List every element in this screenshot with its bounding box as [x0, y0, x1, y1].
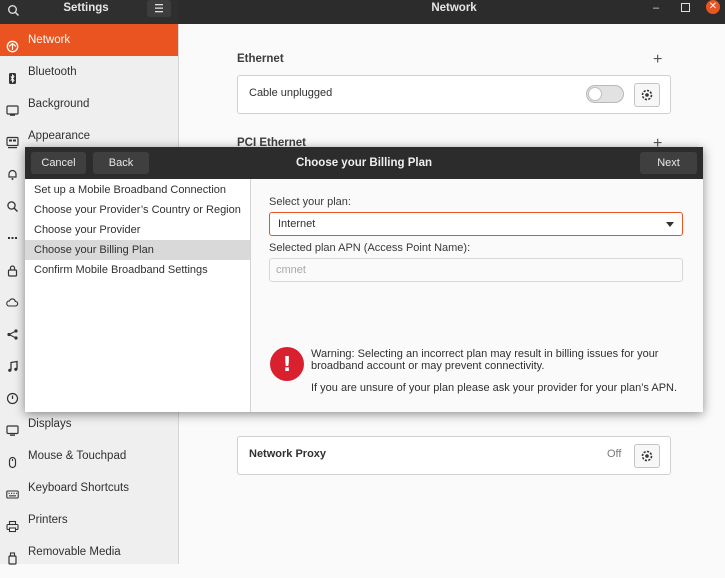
sidebar-item-network[interactable]: Network: [0, 24, 178, 56]
ethernet-frame: Cable unplugged: [237, 75, 671, 114]
sidebar-item-label: Bluetooth: [28, 66, 77, 78]
apn-label: Selected plan APN (Access Point Name):: [269, 242, 471, 254]
step-item: Set up a Mobile Broadband Connection: [34, 184, 227, 196]
apn-input[interactable]: [276, 262, 671, 278]
maximize-button[interactable]: [681, 3, 690, 12]
sidebar-item-label: Removable Media: [28, 546, 121, 558]
ethernet-status: Cable unplugged: [249, 87, 333, 99]
sidebar-item-removable-media[interactable]: Removable Media: [0, 536, 178, 568]
cancel-button[interactable]: Cancel: [31, 152, 86, 174]
step-item: Choose your Provider’s Country or Region: [34, 204, 241, 216]
music-note-icon: [6, 354, 19, 372]
network-proxy-status: Off: [607, 448, 622, 460]
select-plan-label: Select your plan:: [269, 196, 351, 208]
power-icon: [6, 386, 19, 405]
proxy-settings-button[interactable]: [634, 444, 660, 468]
printer-icon: [6, 514, 19, 533]
plan-dropdown[interactable]: Internet: [269, 212, 683, 236]
warning-line-1: Warning: Selecting an incorrect plan may…: [311, 348, 659, 360]
sidebar-item-label: Network: [28, 34, 71, 46]
gear-icon: [641, 89, 653, 101]
billing-plan-content: Select your plan: Internet Selected plan…: [251, 179, 703, 412]
sidebar-item-printers[interactable]: Printers: [0, 504, 178, 536]
mouse-icon: [6, 450, 19, 469]
bluetooth-icon: [6, 66, 19, 84]
dialog-header: Choose your Billing Plan Cancel Back Nex…: [25, 147, 703, 179]
network-proxy-frame[interactable]: Network Proxy Off: [237, 436, 671, 475]
billing-plan-dialog: Choose your Billing Plan Cancel Back Nex…: [25, 147, 703, 412]
lock-icon: [6, 258, 19, 277]
sidebar-item-label: Displays: [28, 418, 72, 430]
panel-title: Network: [431, 2, 477, 14]
sidebar-item-bluetooth[interactable]: Bluetooth: [0, 56, 178, 88]
sidebar-item-mouse-touchpad[interactable]: Mouse & Touchpad: [0, 440, 178, 472]
ethernet-toggle[interactable]: [586, 85, 624, 103]
background-icon: [6, 98, 19, 116]
hamburger-icon: [155, 4, 163, 13]
appearance-icon: [6, 130, 19, 149]
dropdown-arrow-icon: [666, 222, 674, 227]
apn-field[interactable]: [269, 258, 683, 282]
back-button[interactable]: Back: [93, 152, 149, 174]
step-item-active: Choose your Billing Plan: [25, 240, 250, 260]
sidebar-item-label: Keyboard Shortcuts: [28, 482, 130, 494]
share-icon: [6, 322, 19, 340]
search-icon: [6, 194, 19, 212]
gear-icon: [641, 450, 653, 462]
sidebar-item-background[interactable]: Background: [0, 88, 178, 120]
assistant-steps: Set up a Mobile Broadband Connection Cho…: [25, 179, 251, 412]
plan-dropdown-value: Internet: [278, 218, 316, 230]
keyboard-icon: [6, 482, 19, 499]
settings-header: Settings: [0, 0, 178, 24]
sidebar-item-label: Background: [28, 98, 90, 110]
cloud-icon: [6, 290, 19, 307]
ethernet-settings-button[interactable]: [634, 83, 660, 107]
network-proxy-label: Network Proxy: [249, 448, 327, 460]
apn-info-text: If you are unsure of your plan please as…: [311, 382, 678, 394]
network-icon: [6, 34, 19, 53]
next-button[interactable]: Next: [640, 152, 697, 174]
add-ethernet-button[interactable]: +: [653, 51, 662, 69]
ethernet-section-title: Ethernet: [237, 53, 284, 65]
hamburger-menu-button[interactable]: [147, 0, 171, 17]
title-bar: Settings Network – ✕: [0, 0, 725, 24]
bell-icon: [6, 162, 19, 180]
sidebar-item-displays[interactable]: Displays: [0, 408, 178, 440]
sidebar-item-label: Mouse & Touchpad: [28, 450, 127, 462]
warning-line-2: broadband account or may prevent connect…: [311, 360, 545, 372]
grid-icon: [6, 226, 19, 239]
toggle-knob: [588, 87, 602, 101]
close-button[interactable]: ✕: [706, 0, 720, 14]
warning-icon: !: [270, 347, 304, 381]
sidebar-item-keyboard-shortcuts[interactable]: Keyboard Shortcuts: [0, 472, 178, 504]
step-item: Choose your Provider: [34, 224, 141, 236]
removable-media-icon: [6, 546, 19, 565]
sidebar-item-label: Printers: [28, 514, 68, 526]
displays-icon: [6, 418, 19, 436]
minimize-button[interactable]: –: [651, 3, 661, 14]
step-item: Confirm Mobile Broadband Settings: [34, 264, 208, 276]
